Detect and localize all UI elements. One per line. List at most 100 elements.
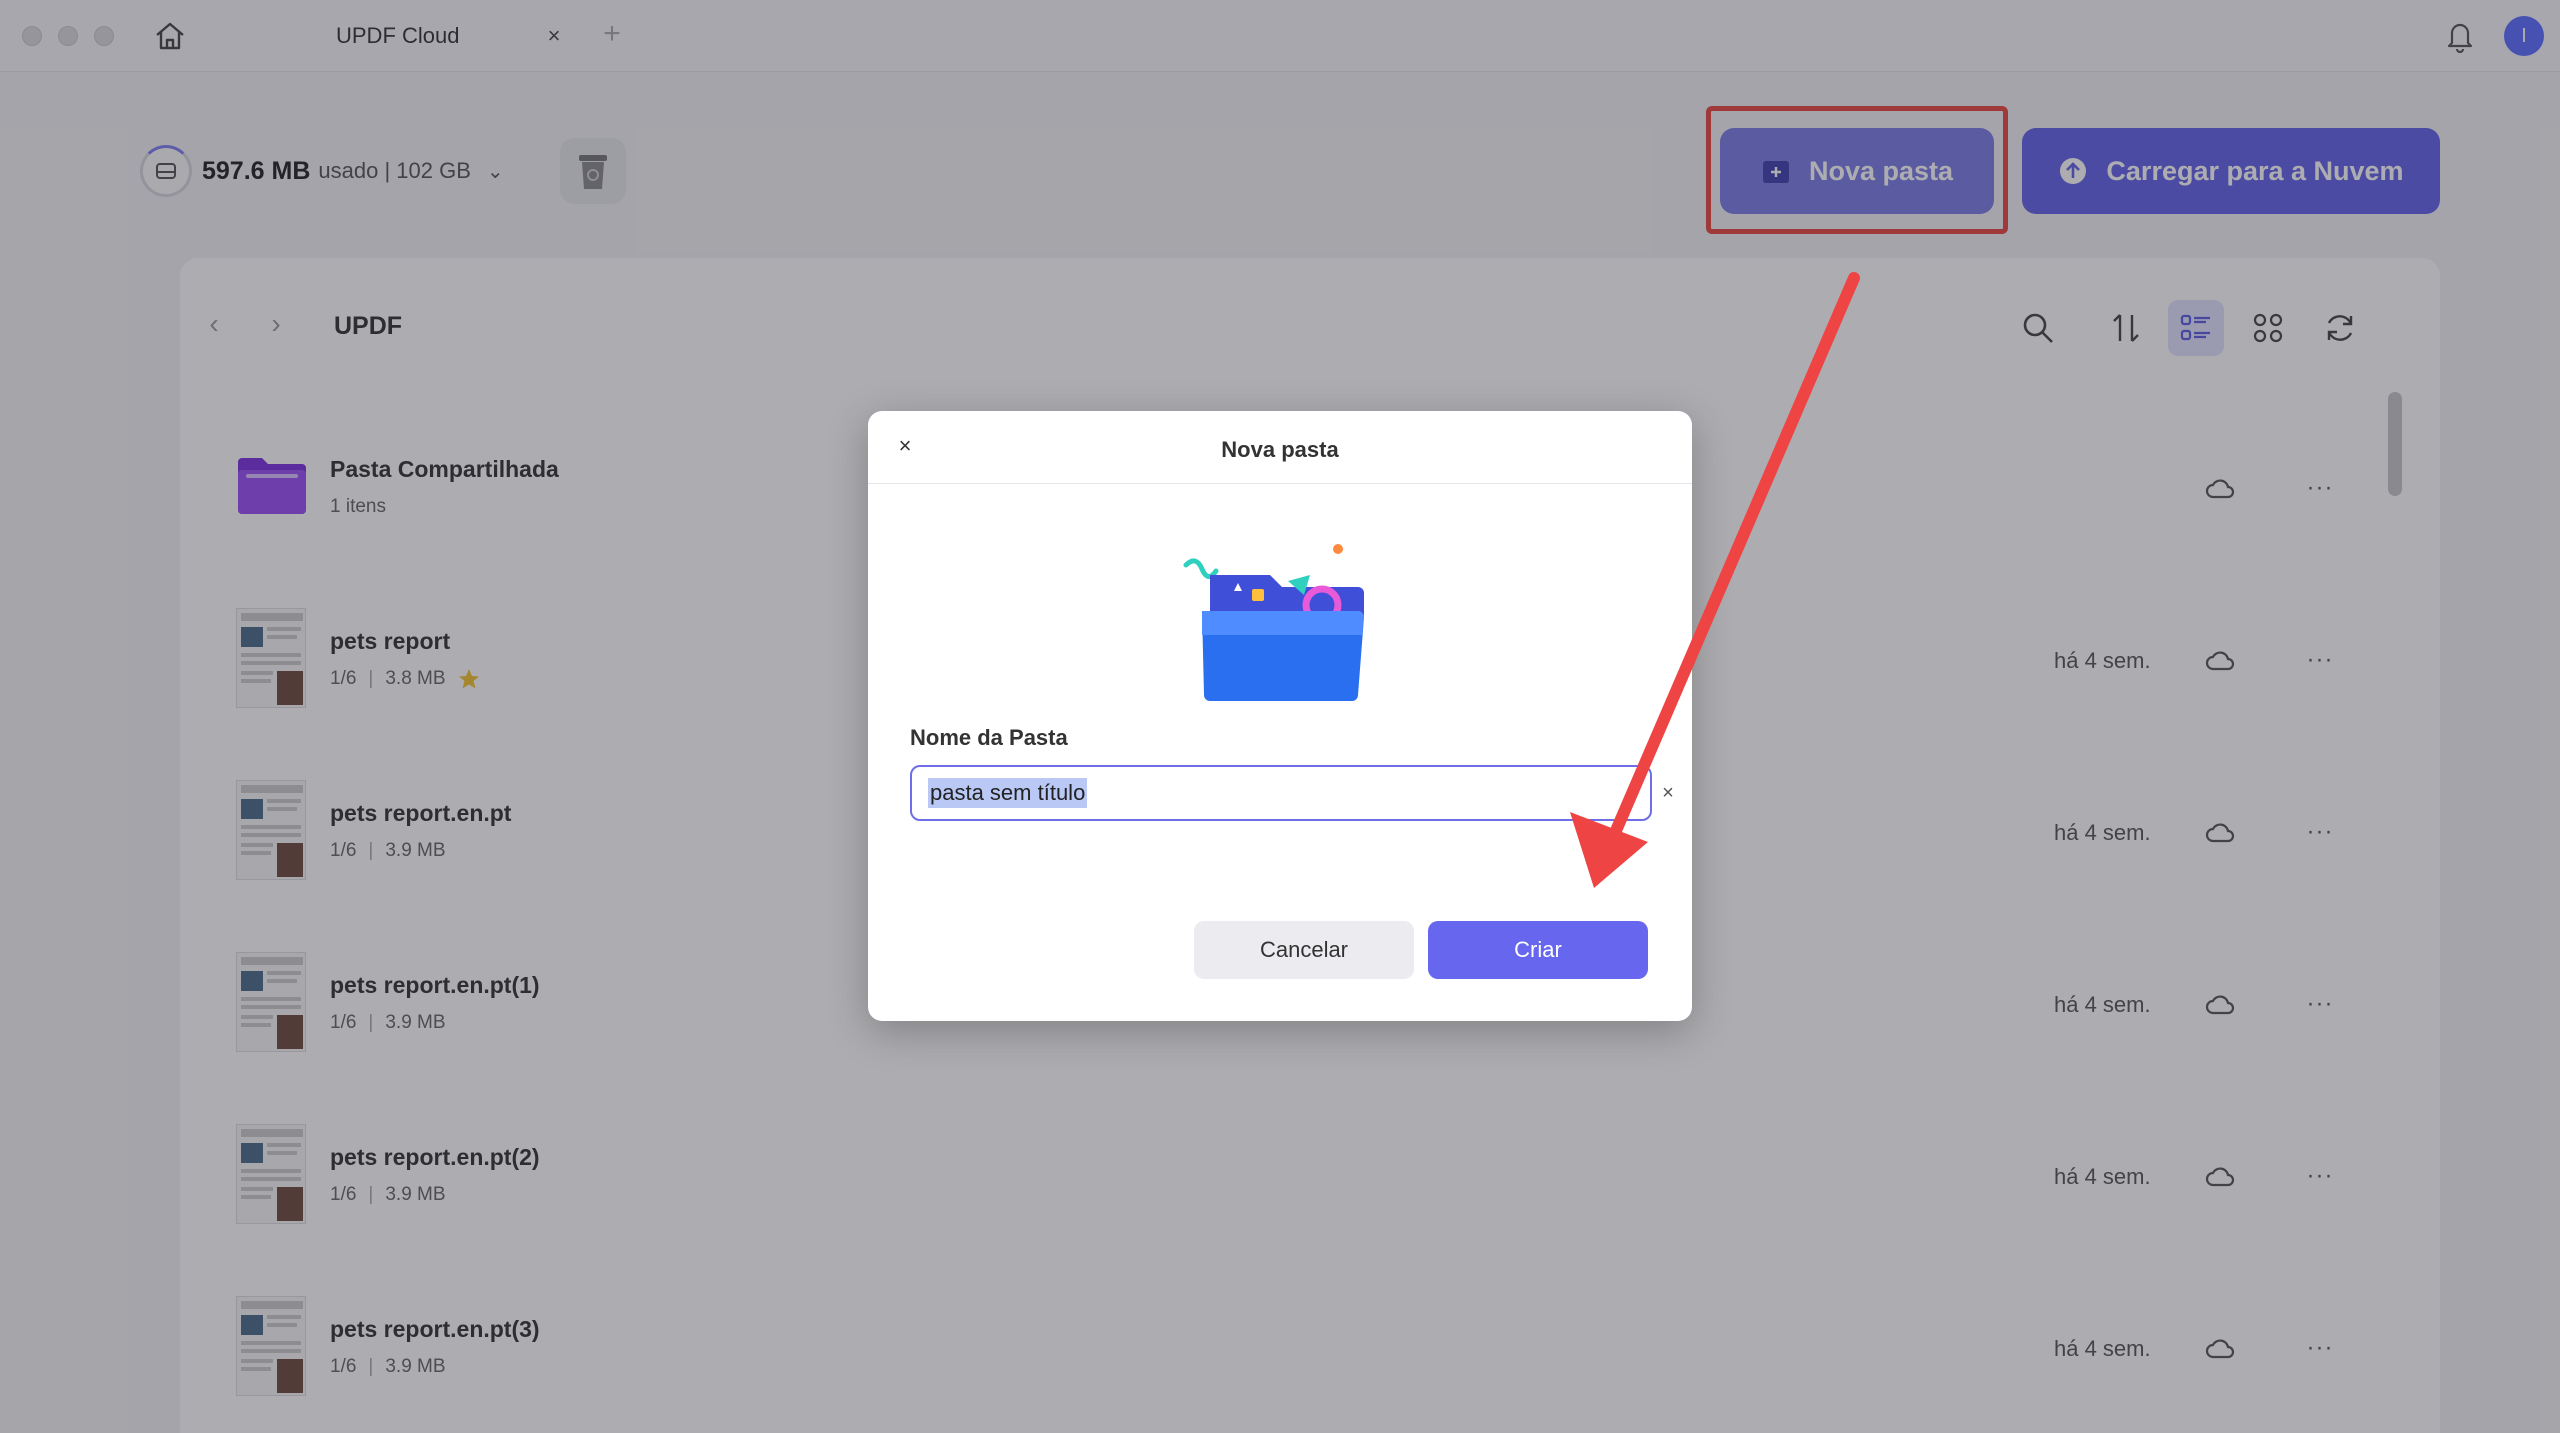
- search-button[interactable]: [2010, 300, 2066, 356]
- folder-name-label: Nome da Pasta: [910, 725, 1068, 750]
- pdf-thumbnail: [236, 1124, 306, 1224]
- star-icon[interactable]: [458, 668, 480, 690]
- refresh-icon: [2327, 315, 2353, 341]
- item-meta: 1/6 | 3.9 MB: [330, 1184, 446, 1206]
- tab-title: UPDF Cloud: [336, 23, 460, 48]
- home-button[interactable]: [150, 18, 190, 54]
- pdf-thumbnail: [236, 780, 306, 880]
- sort-button[interactable]: [2098, 300, 2154, 356]
- meta-separator: |: [368, 1012, 374, 1033]
- folder-icon: [238, 458, 306, 514]
- item-name: Pasta Compartilhada: [330, 456, 559, 482]
- item-meta: 1/6 | 3.8 MB: [330, 668, 480, 690]
- cloud-icon[interactable]: [2202, 642, 2238, 678]
- meta-separator: |: [368, 840, 374, 861]
- item-meta: 1/6 | 3.9 MB: [330, 840, 446, 862]
- tab-updf-cloud[interactable]: UPDF Cloud ×: [300, 10, 580, 62]
- storage-ring: [140, 145, 192, 197]
- breadcrumb: UPDF: [334, 312, 403, 340]
- storage-total: usado | 102 GB: [318, 158, 471, 183]
- annotation-highlight: [1706, 106, 2008, 234]
- item-pages: 1/6: [330, 1012, 357, 1033]
- bell-icon: [2447, 23, 2473, 53]
- pdf-thumbnail: [236, 1296, 306, 1396]
- item-name: pets report.en.pt(2): [330, 1144, 540, 1170]
- folder-name-input[interactable]: pasta sem título ×: [910, 765, 1674, 821]
- item-meta: 1/6 | 3.9 MB: [330, 1356, 446, 1378]
- upload-to-cloud-button[interactable]: Carregar para a Nuvem: [2022, 128, 2440, 214]
- item-name: pets report.en.pt: [330, 800, 512, 826]
- item-modified: há 4 sem.: [2054, 1336, 2151, 1361]
- forward-button[interactable]: ›: [258, 306, 294, 342]
- list-item[interactable]: pets report.en.pt(2) 1/6 | 3.9 MB há 4 s…: [230, 1114, 2410, 1234]
- list-view-button[interactable]: [2168, 300, 2224, 356]
- tab-close-icon[interactable]: ×: [540, 22, 568, 50]
- meta-separator: |: [368, 1356, 374, 1377]
- dialog-title: Nova pasta: [1221, 437, 1339, 462]
- grid-view-icon: [2253, 313, 2283, 343]
- more-options-button[interactable]: ···: [2302, 1330, 2338, 1366]
- item-meta: 1 itens: [330, 496, 386, 518]
- item-modified: há 4 sem.: [2054, 648, 2151, 673]
- more-options-button[interactable]: ···: [2302, 986, 2338, 1022]
- upload-icon: [2060, 158, 2087, 184]
- create-button[interactable]: Criar: [1428, 921, 1648, 979]
- item-meta: 1/6 | 3.9 MB: [330, 1012, 446, 1034]
- pdf-thumbnail: [236, 608, 306, 708]
- item-pages: 1/6: [330, 668, 357, 689]
- item-modified: há 4 sem.: [2054, 1164, 2151, 1189]
- more-options-button[interactable]: ···: [2302, 642, 2338, 678]
- cloud-icon[interactable]: [2202, 986, 2238, 1022]
- chevron-down-icon[interactable]: ⌄: [487, 159, 504, 184]
- search-icon: [2023, 313, 2053, 343]
- item-name: pets report.en.pt(3): [330, 1316, 540, 1342]
- item-modified: há 4 sem.: [2054, 992, 2151, 1017]
- title-bar: UPDF Cloud × + I: [0, 0, 2560, 72]
- drive-icon: [156, 163, 176, 179]
- item-size: 3.9 MB: [385, 840, 446, 861]
- cloud-icon[interactable]: [2202, 1330, 2238, 1366]
- grid-view-button[interactable]: [2240, 300, 2296, 356]
- list-view-icon: [2180, 314, 2210, 341]
- item-name: pets report: [330, 628, 451, 654]
- trash-icon: [579, 155, 607, 189]
- item-pages: 1/6: [330, 1356, 357, 1377]
- item-size: 3.9 MB: [385, 1012, 446, 1033]
- item-pages: 1/6: [330, 1184, 357, 1205]
- folder-name-value: pasta sem título: [928, 778, 1088, 808]
- more-options-button[interactable]: ···: [2302, 814, 2338, 850]
- refresh-button[interactable]: [2312, 300, 2368, 356]
- item-size: 3.9 MB: [385, 1184, 446, 1205]
- cloud-icon[interactable]: [2202, 1158, 2238, 1194]
- more-options-button[interactable]: ···: [2302, 1158, 2338, 1194]
- dialog-divider: [868, 483, 1692, 484]
- back-button[interactable]: ‹: [196, 306, 232, 342]
- window-close-dot[interactable]: [22, 26, 42, 46]
- more-options-button[interactable]: ···: [2302, 470, 2338, 506]
- storage-used: 597.6 MB: [202, 156, 311, 185]
- cancel-button[interactable]: Cancelar: [1194, 921, 1414, 979]
- list-item[interactable]: pets report.en.pt(3) 1/6 | 3.9 MB há 4 s…: [230, 1286, 2410, 1406]
- trash-button[interactable]: [560, 138, 626, 204]
- upload-label: Carregar para a Nuvem: [2106, 155, 2404, 186]
- item-count: 1 itens: [330, 496, 386, 517]
- cloud-icon[interactable]: [2202, 814, 2238, 850]
- folder-illustration-icon: [1183, 544, 1364, 701]
- storage-usage[interactable]: 597.6 MB usado | 102 GB ⌄: [140, 140, 504, 202]
- item-modified: há 4 sem.: [2054, 820, 2151, 845]
- notifications-button[interactable]: [2440, 16, 2480, 56]
- user-avatar[interactable]: I: [2504, 16, 2544, 56]
- item-size: 3.8 MB: [385, 668, 446, 689]
- meta-separator: |: [368, 668, 374, 689]
- clear-input-icon[interactable]: ×: [1654, 779, 1682, 807]
- sort-icon: [2113, 314, 2139, 342]
- new-folder-dialog: × Nova pasta Nome da Pasta pasta sem tít…: [868, 411, 1692, 1021]
- item-size: 3.9 MB: [385, 1356, 446, 1377]
- pdf-thumbnail: [236, 952, 306, 1052]
- meta-separator: |: [368, 1184, 374, 1205]
- window-minimize-dot[interactable]: [58, 26, 78, 46]
- home-icon: [156, 22, 184, 50]
- cloud-icon[interactable]: [2202, 470, 2238, 506]
- new-tab-button[interactable]: +: [596, 17, 628, 50]
- window-zoom-dot[interactable]: [94, 26, 114, 46]
